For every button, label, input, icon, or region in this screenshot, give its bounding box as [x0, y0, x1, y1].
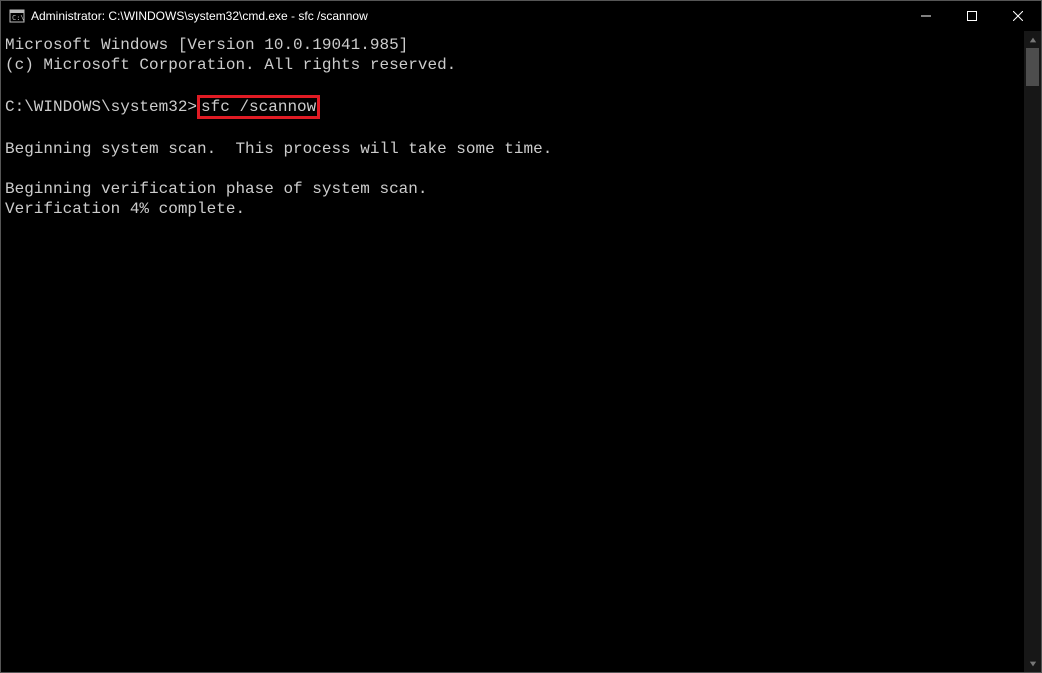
output-line: Microsoft Windows [Version 10.0.19041.98…	[5, 36, 408, 54]
titlebar[interactable]: C:\ Administrator: C:\WINDOWS\system32\c…	[1, 1, 1041, 31]
cmd-window: C:\ Administrator: C:\WINDOWS\system32\c…	[0, 0, 1042, 673]
terminal-output[interactable]: Microsoft Windows [Version 10.0.19041.98…	[1, 31, 1024, 672]
cmd-icon: C:\	[9, 8, 25, 24]
output-line: (c) Microsoft Corporation. All rights re…	[5, 56, 456, 74]
scroll-thumb[interactable]	[1026, 48, 1039, 86]
content-row: Microsoft Windows [Version 10.0.19041.98…	[1, 31, 1041, 672]
output-line: Verification 4% complete.	[5, 200, 245, 218]
scroll-track[interactable]	[1024, 48, 1041, 655]
prompt-text: C:\WINDOWS\system32>	[5, 98, 197, 116]
close-button[interactable]	[995, 1, 1041, 31]
window-title: Administrator: C:\WINDOWS\system32\cmd.e…	[31, 9, 903, 23]
scroll-down-arrow-icon[interactable]	[1024, 655, 1041, 672]
vertical-scrollbar[interactable]	[1024, 31, 1041, 672]
maximize-button[interactable]	[949, 1, 995, 31]
highlighted-command: sfc /scannow	[197, 95, 320, 119]
minimize-button[interactable]	[903, 1, 949, 31]
scroll-up-arrow-icon[interactable]	[1024, 31, 1041, 48]
svg-text:C:\: C:\	[12, 14, 25, 22]
window-controls	[903, 1, 1041, 31]
output-line: Beginning system scan. This process will…	[5, 140, 552, 158]
output-line: Beginning verification phase of system s…	[5, 180, 427, 198]
